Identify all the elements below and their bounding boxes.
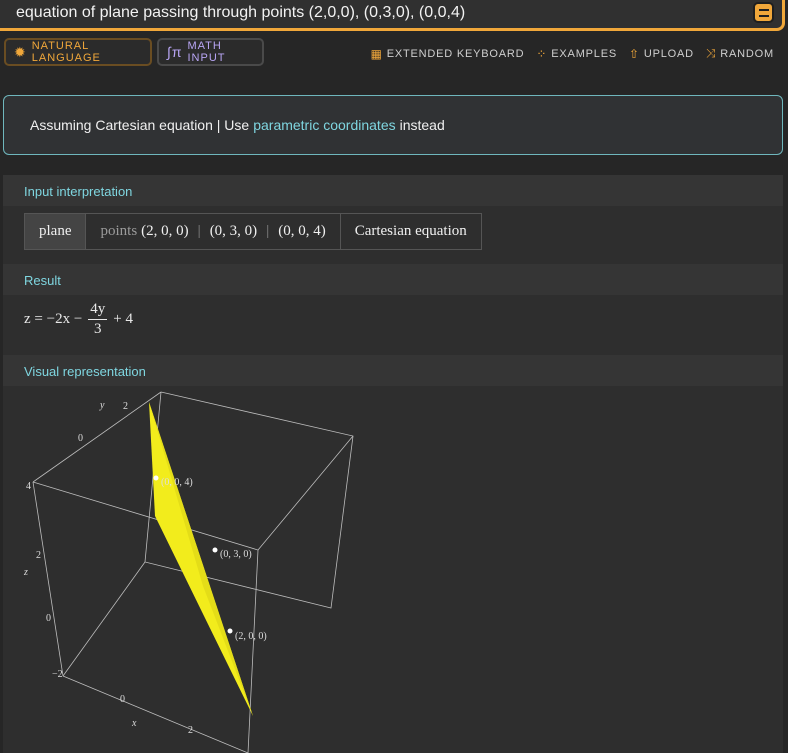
math-input-button[interactable]: ∫π MATH INPUT [157,38,264,66]
input-interpretation-header: Input interpretation [3,175,783,206]
search-bar[interactable]: equation of plane passing through points… [0,0,785,31]
fraction: 4y 3 [88,301,108,338]
box-edge [32,391,162,483]
upload-label: UPLOAD [643,47,694,60]
result-pods: Input interpretation plane points (2, 0,… [3,175,783,753]
plane-cell: plane [25,214,87,249]
box-edge [62,561,146,677]
visual-representation-header: Visual representation [3,355,783,386]
points-cell: points (2, 0, 0) | (0, 3, 0) | (0, 0, 4) [86,214,341,249]
separator: | [197,223,201,239]
upload-icon: ⇧ [628,46,640,61]
toolbar-tools: ▦ EXTENDED KEYBOARD ⁘ EXAMPLES ⇧ UPLOAD … [371,46,774,61]
x-tick-0: 0 [120,694,125,705]
point-marker [227,628,233,634]
y-tick-0: 0 [78,433,83,444]
point-label-a: (0, 0, 4) [161,477,193,488]
cartesian-equation-cell: Cartesian equation [354,223,467,239]
result-equation: z = −2x − 4y 3 + 4 [24,301,133,338]
equals-icon [758,8,769,17]
math-input-label: MATH INPUT [187,40,226,64]
keyboard-icon: ▦ [370,46,383,61]
input-interpretation-title: Input interpretation [24,184,133,199]
assumption-box: Assuming Cartesian equation | Use parame… [3,95,783,155]
point-2: (0, 3, 0) [209,223,258,239]
assumption-suffix: instead [399,117,445,133]
extended-keyboard-button[interactable]: ▦ EXTENDED KEYBOARD [371,46,525,61]
box-edge [62,675,249,753]
equation-rhs: + 4 [113,311,134,327]
extended-keyboard-label: EXTENDED KEYBOARD [386,47,525,60]
point-3: (0, 0, 4) [278,223,326,239]
random-button[interactable]: ⤨ RANDOM [706,46,774,61]
fraction-denominator: 3 [94,321,102,337]
z-tick-neg2: −2 [52,669,63,680]
y-axis-label: y [99,400,105,411]
visual-representation-title: Visual representation [24,364,146,379]
shuffle-icon: ⤨ [705,46,717,60]
compute-button[interactable] [753,2,774,23]
z-axis-label: z [23,567,28,578]
parametric-coordinates-link[interactable]: parametric coordinates [253,117,395,133]
math-symbols-icon: ∫π [167,44,183,60]
z-tick-2: 2 [36,550,41,561]
natural-language-button[interactable]: ✹ NATURAL LANGUAGE [4,38,152,66]
points-word: points [100,223,138,239]
examples-label: EXAMPLES [551,47,617,60]
input-interpretation-table: plane points (2, 0, 0) | (0, 3, 0) | (0,… [24,213,482,250]
point-label-b: (0, 3, 0) [220,549,252,560]
x-tick-2: 2 [188,725,193,736]
search-input[interactable]: equation of plane passing through points… [16,4,465,22]
plane-3d-plot[interactable]: (0, 0, 4) (0, 3, 0) (2, 0, 0) y 2 0 4 2 … [3,386,783,753]
box-front-edges [32,481,259,753]
assumption-prefix: Assuming Cartesian equation | Use [30,117,250,133]
separator: | [266,223,270,239]
box-edge [257,435,354,551]
x-axis-label: x [131,718,137,729]
box-edge [32,481,64,677]
examples-button[interactable]: ⁘ EXAMPLES [536,46,617,61]
result-title: Result [24,273,61,288]
z-tick-0: 0 [46,613,51,624]
result-header: Result [3,264,783,295]
natural-language-label: NATURAL LANGUAGE [31,40,101,64]
equation-lhs: z = −2x − [24,311,83,327]
point-label-c: (2, 0, 0) [235,631,267,642]
random-label: RANDOM [720,47,774,60]
fraction-numerator: 4y [88,301,108,320]
point-1: (2, 0, 0) [141,223,189,239]
point-marker [212,547,218,553]
point-marker [153,475,159,481]
gear-icon: ✹ [14,43,27,60]
grid-dots-icon: ⁘ [536,46,548,61]
z-tick-4: 4 [26,481,31,492]
upload-button[interactable]: ⇧ UPLOAD [629,46,694,61]
y-tick-2: 2 [123,401,128,412]
